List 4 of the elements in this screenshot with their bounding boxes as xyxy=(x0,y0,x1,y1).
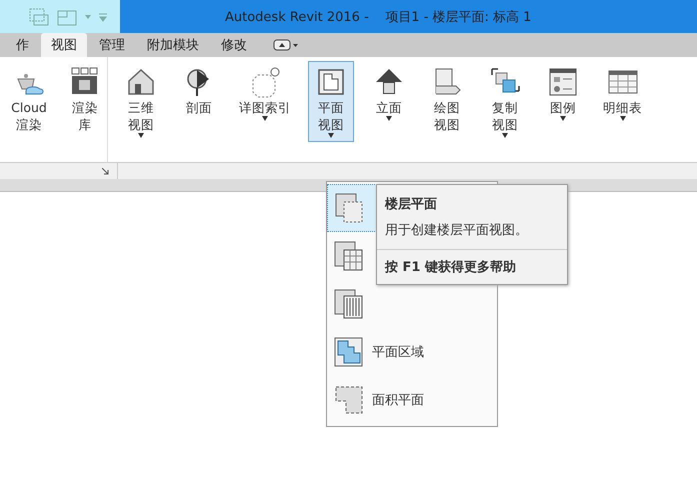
window-title: Autodesk Revit 2016 - 项目1 - 楼层平面: 标高 1 xyxy=(120,0,697,33)
tooltip-help: 按 F1 键获得更多帮助 xyxy=(377,249,567,284)
tooltip-description: 用于创建楼层平面视图。 xyxy=(384,222,529,240)
tooltip-title: 楼层平面 xyxy=(384,196,438,214)
